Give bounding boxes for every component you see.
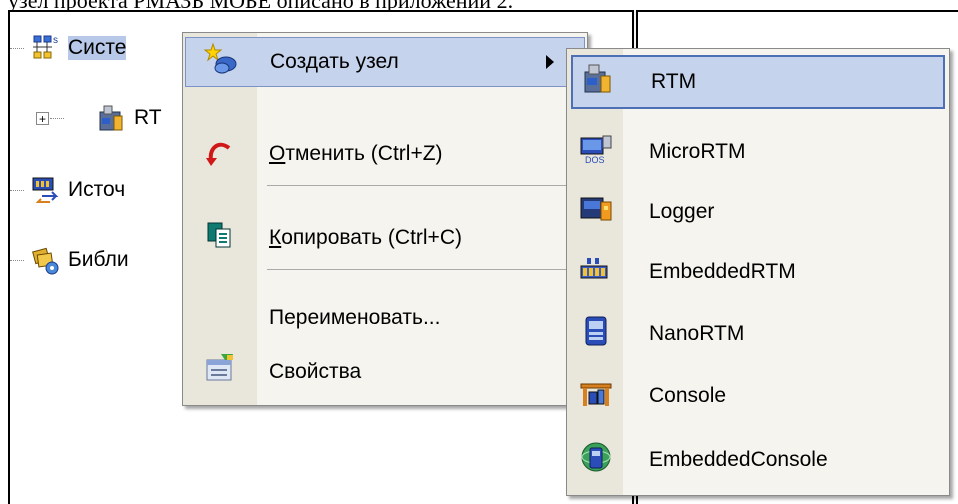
submenu-item-logger[interactable]: Logger	[571, 185, 945, 239]
menu-item-label: Переименовать...	[269, 306, 441, 329]
menu-item-rename[interactable]: Переименовать...	[185, 293, 585, 343]
submenu-item-label: MicroRTM	[649, 140, 746, 163]
menu-item-undo[interactable]: Отменить (Ctrl+Z)	[185, 129, 585, 179]
menu-item-label: Свойства	[269, 360, 362, 383]
micrortm-icon: DOS	[579, 132, 613, 172]
sources-icon	[30, 174, 62, 206]
submenu-item-micrortm[interactable]: DOS MicroRTM	[571, 125, 945, 179]
submenu-item-label: EmbeddedRTM	[649, 260, 796, 283]
menu-separator	[267, 185, 585, 186]
submenu-arrow-icon	[546, 55, 554, 69]
embeddedconsole-icon	[579, 440, 613, 480]
tree-node-label: Источ	[68, 178, 126, 201]
submenu-item-label: NanoRTM	[649, 322, 745, 345]
rtm-node-icon	[96, 102, 128, 134]
svg-text:DOS: DOS	[585, 155, 605, 165]
context-menu: Создать узел Отменить (Ctrl+Z) Копироват…	[182, 32, 588, 406]
tree-connector	[10, 260, 24, 261]
nanortm-icon	[579, 314, 613, 354]
tree-node-system[interactable]: s Систе	[30, 30, 127, 66]
tree-connector	[10, 48, 24, 49]
submenu-item-label: EmbeddedConsole	[649, 448, 828, 471]
menu-item-copy[interactable]: Копировать (Ctrl+C)	[185, 213, 585, 263]
submenu-item-nanortm[interactable]: NanoRTM	[571, 307, 945, 361]
submenu-item-label: Logger	[649, 200, 715, 223]
tree-node-sources[interactable]: Источ	[30, 172, 125, 208]
expand-toggle[interactable]: +	[36, 112, 49, 125]
rtm-icon	[581, 62, 615, 102]
copy-icon	[205, 220, 235, 256]
embeddedrtm-icon	[579, 252, 613, 292]
submenu-item-embeddedconsole[interactable]: EmbeddedConsole	[571, 433, 945, 487]
submenu-item-embeddedrtm[interactable]: EmbeddedRTM	[571, 245, 945, 299]
mnemonic-letter: К	[269, 226, 282, 249]
undo-icon	[203, 134, 237, 174]
tree-node-rtm[interactable]: RT	[96, 100, 162, 136]
menu-separator	[267, 269, 585, 270]
mnemonic-letter: О	[269, 142, 286, 165]
logger-icon	[579, 192, 613, 232]
tree-node-label: RT	[134, 106, 162, 129]
properties-icon	[203, 352, 237, 392]
menu-item-label: Создать узел	[270, 50, 399, 73]
svg-text:s: s	[53, 35, 58, 46]
menu-item-label: тменить (Ctrl+Z)	[285, 142, 443, 165]
tree-node-label: Систе	[68, 36, 127, 60]
menu-item-create-node[interactable]: Создать узел	[185, 37, 585, 87]
create-node-icon	[203, 42, 238, 82]
tree-connector	[50, 118, 64, 119]
menu-item-properties[interactable]: Свойства	[185, 347, 585, 397]
console-icon	[579, 376, 613, 416]
menu-item-label: опировать (Ctrl+C)	[281, 226, 462, 249]
library-icon	[30, 244, 62, 276]
tree-connector	[10, 190, 24, 191]
tree-node-library[interactable]: Библи	[30, 242, 129, 278]
submenu-item-label: Console	[649, 384, 727, 407]
submenu-item-rtm[interactable]: RTM	[571, 55, 945, 109]
submenu-item-label: RTM	[651, 70, 697, 93]
tree-node-label: Библи	[68, 248, 129, 271]
system-network-icon: s	[30, 32, 62, 64]
submenu-item-console[interactable]: Console	[571, 369, 945, 423]
create-node-submenu: RTM DOS MicroRTM Logger EmbeddedRTM Nano…	[566, 48, 950, 496]
